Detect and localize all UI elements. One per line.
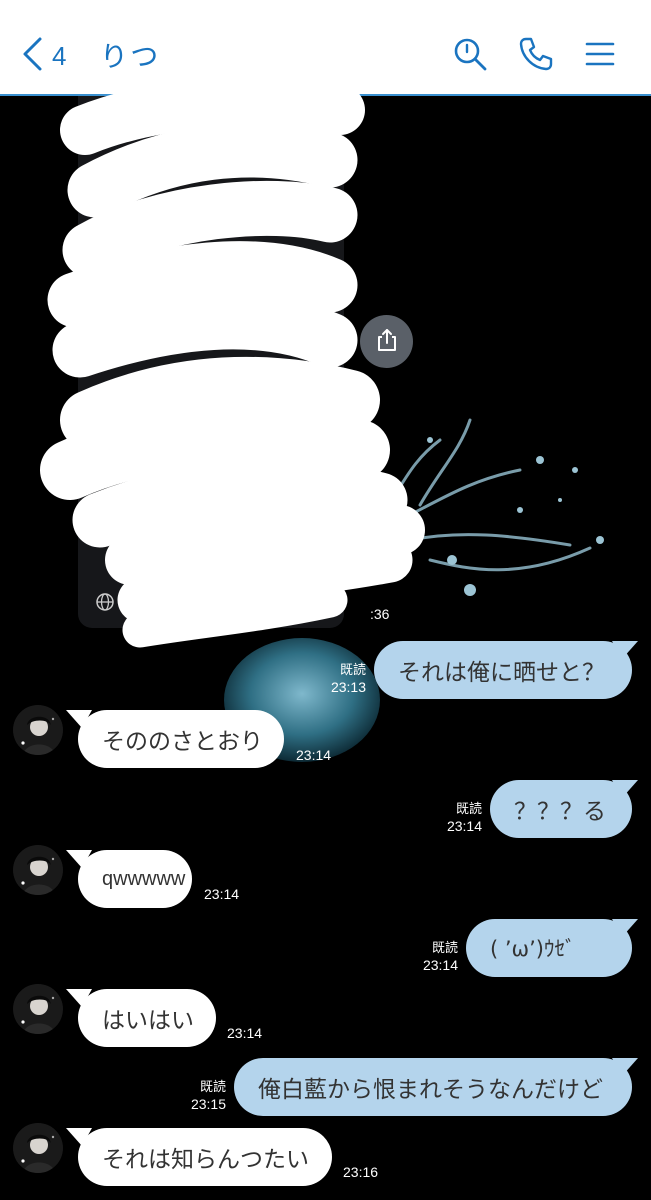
share-button[interactable] [360,315,413,368]
avatar[interactable] [13,845,63,895]
globe-icon [95,592,115,612]
message-time: 23:14 [422,957,458,973]
outgoing-message-bubble[interactable]: 俺白藍から恨まれそうなんだけど [234,1058,632,1116]
message-time: 23:14 [296,747,332,763]
incoming-message-bubble[interactable]: はいはい [78,989,216,1047]
outgoing-message-bubble[interactable]: それは俺に晒せと？ [374,641,632,699]
message-time: 23:14 [227,1025,263,1041]
message-time: 23:13 [330,679,366,695]
message-meta: 23:14 [227,1025,262,1042]
message-meta: 23:14 [204,886,239,903]
message-time: 23:16 [343,1164,379,1180]
message-meta: 23:14 [296,747,331,764]
outgoing-message-bubble[interactable]: ？？？る [490,780,632,838]
message-meta: 既読 23:15 [180,1079,226,1113]
message-text: ( ’ω’)ｳｾﾞ [490,937,576,961]
message-meta: 23:16 [343,1164,378,1181]
message-text: そののさとおり [102,729,263,755]
message-text: ？？？る [514,799,606,825]
incoming-message-bubble[interactable]: qwwwww [78,850,192,908]
message-text: 俺白藍から恨まれそうなんだけど [258,1077,603,1103]
read-receipt: 既読 [339,663,366,678]
message-time: :36 [370,606,390,622]
message-meta: 既読 23:13 [320,662,366,696]
avatar[interactable] [13,984,63,1034]
incoming-message-bubble[interactable]: それは知らんつたい [78,1128,332,1186]
avatar[interactable] [13,1123,63,1173]
message-text: それは俺に晒せと？ [398,660,605,686]
incoming-message-bubble[interactable]: そののさとおり [78,710,284,768]
read-receipt: 既読 [431,941,458,956]
bubble-tail [612,1058,638,1076]
message-text: はいはい [102,1008,194,1034]
read-receipt: 既読 [199,1080,226,1095]
share-icon [374,327,400,357]
message-text: それは知らんつたい [102,1147,309,1173]
read-receipt: 既読 [455,802,482,817]
message-time: 23:15 [190,1096,226,1112]
bubble-tail [612,919,638,937]
message-time: 23:14 [204,886,240,902]
bubble-tail [612,780,638,798]
avatar[interactable] [13,705,63,755]
message-meta: 既読 23:14 [412,940,458,974]
message-time: 23:14 [446,818,482,834]
outgoing-message-bubble[interactable]: ( ’ω’)ｳｾﾞ [466,919,632,977]
message-meta: 既読 23:14 [436,801,482,835]
bubble-tail [612,641,638,659]
message-text: qwwwww [102,867,186,890]
